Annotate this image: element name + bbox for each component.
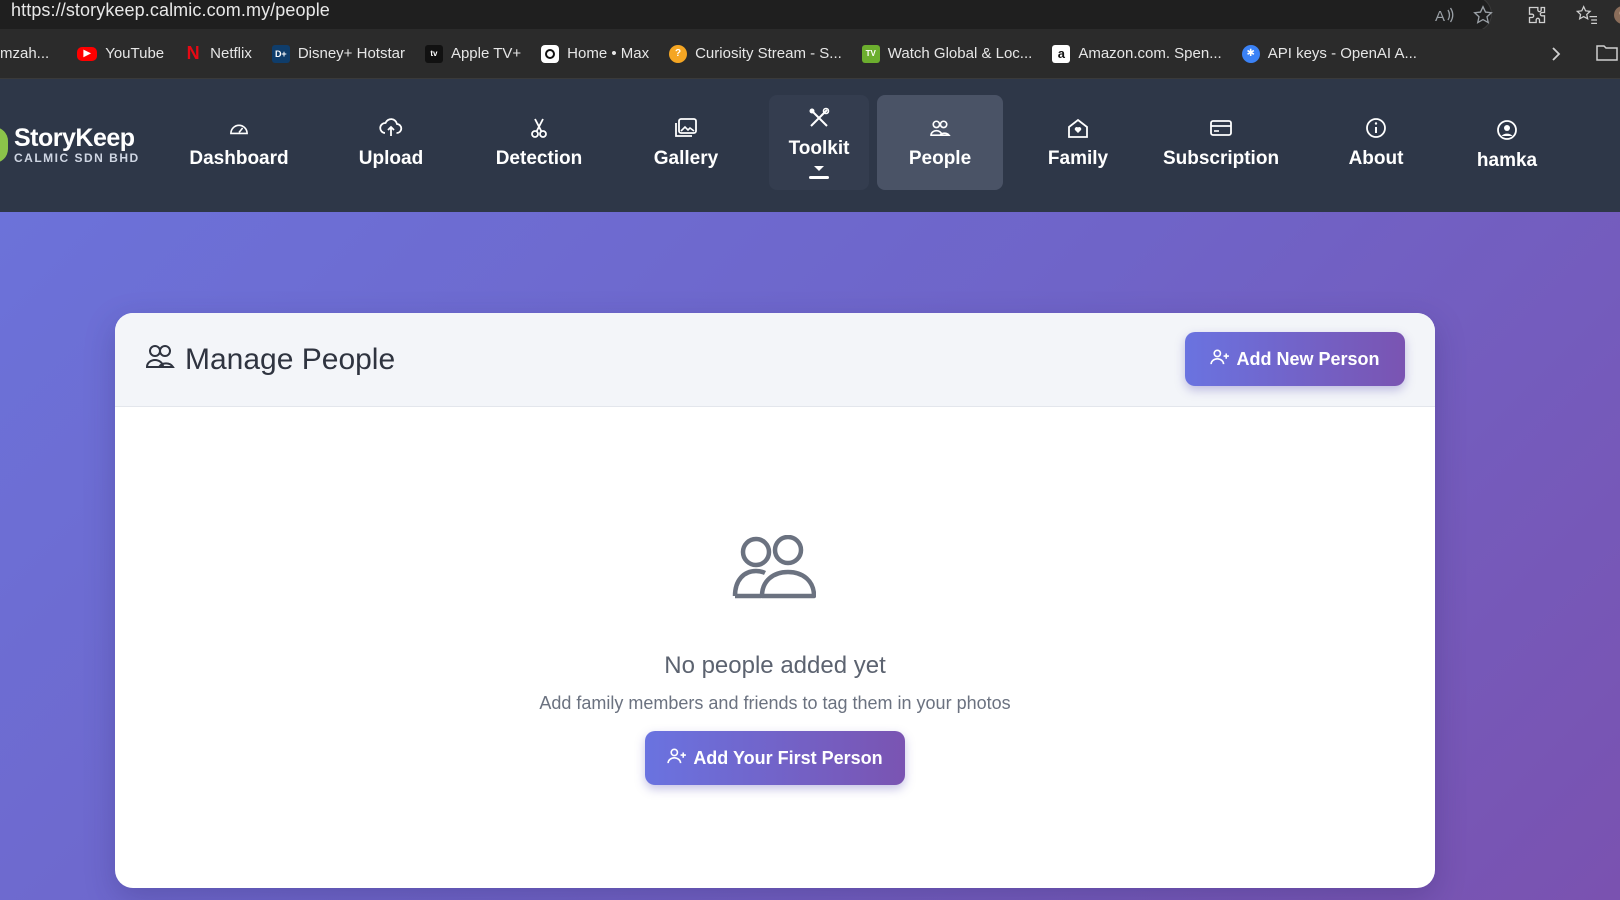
youtube-icon: ▶ (77, 46, 98, 61)
bookmark-hotstar[interactable]: D+ Disney+ Hotstar (262, 38, 415, 70)
nav-subscription[interactable]: Subscription (1160, 95, 1282, 190)
home-heart-icon (1066, 116, 1090, 140)
info-icon (1364, 116, 1388, 140)
nav-family[interactable]: Family (1030, 95, 1126, 190)
curiosity-icon: ? (669, 44, 688, 63)
empty-state-title: No people added yet (664, 652, 886, 679)
bookmark-openai[interactable]: ✱ API keys - OpenAI A... (1232, 38, 1427, 70)
favorites-list-icon[interactable] (1574, 2, 1600, 28)
nav-toolkit-label: Toolkit (788, 138, 850, 159)
folder-icon[interactable] (1596, 43, 1618, 66)
bookmark-label: YouTube (105, 45, 165, 62)
nav-user[interactable]: hamka (1470, 97, 1544, 192)
tv-icon: TV (861, 44, 880, 63)
nav-gallery-label: Gallery (653, 147, 719, 169)
user-circle-icon (1495, 118, 1519, 142)
nav-gallery[interactable]: Gallery (640, 95, 732, 190)
nav-about-label: About (1348, 147, 1404, 169)
card-header: Manage People Add New Person (115, 313, 1435, 407)
profile-avatar-icon[interactable] (1610, 2, 1620, 28)
empty-state-subtitle: Add family members and friends to tag th… (539, 693, 1011, 713)
nav-detection-label: Detection (495, 147, 583, 169)
brand-subtitle: CALMIC SDN BHD (14, 151, 140, 165)
nav-user-label: hamka (1476, 149, 1538, 171)
bookmark-label: mzah... (0, 45, 50, 62)
bookmark-label: Curiosity Stream - S... (695, 45, 842, 62)
browser-address-bar: https://storykeep.calmic.com.my/people A (0, 0, 1620, 32)
brand-name: StoryKeep (14, 124, 135, 152)
nav-people-label: People (908, 147, 972, 169)
bookmark-label: API keys - OpenAI A... (1267, 45, 1417, 62)
person-plus-icon (1210, 349, 1230, 370)
max-icon (541, 44, 560, 63)
amazon-icon: a (1052, 44, 1071, 63)
svg-text:A: A (1435, 8, 1445, 24)
nav-dashboard[interactable]: Dashboard (180, 95, 298, 190)
netflix-icon: N (186, 43, 200, 63)
manage-people-card: Manage People Add New Person No people a… (115, 313, 1435, 888)
bookmark-label: Home • Max (567, 45, 650, 62)
main-content: Manage People Add New Person No people a… (0, 212, 1620, 900)
read-aloud-icon[interactable]: A (1432, 2, 1458, 28)
toolkit-indicator (809, 176, 829, 179)
bookmark-label: Amazon.com. Spen... (1078, 45, 1222, 62)
brand-logo[interactable]: StoryKeep CALMIC SDN BHD (0, 125, 140, 165)
favorite-star-icon[interactable] (1470, 2, 1496, 28)
images-icon (674, 116, 698, 140)
bookmark-watch-global[interactable]: TV Watch Global & Loc... (852, 38, 1043, 70)
url-text[interactable]: https://storykeep.calmic.com.my/people (11, 0, 330, 21)
appletv-icon: tv (424, 44, 443, 63)
nav-people[interactable]: People (877, 95, 1003, 190)
tools-icon (807, 106, 831, 130)
nav-detection[interactable]: Detection (484, 95, 594, 190)
caret-down-icon (814, 166, 824, 171)
bookmark-label: Disney+ Hotstar (297, 45, 405, 62)
app-navbar: StoryKeep CALMIC SDN BHD Dashboard Uploa… (0, 79, 1620, 212)
bookmarks-bar: mzah... ▶ YouTube N Netflix D+ Disney+ H… (0, 29, 1620, 79)
bookmark-max[interactable]: Home • Max (531, 38, 659, 70)
openai-icon: ✱ (1241, 44, 1260, 63)
nav-upload[interactable]: Upload (346, 95, 436, 190)
credit-card-icon (1209, 116, 1233, 140)
bookmark-youtube[interactable]: ▶ YouTube (67, 38, 174, 70)
people-icon (928, 116, 952, 140)
page-title-text: Manage People (185, 342, 396, 376)
extensions-icon[interactable] (1524, 2, 1550, 28)
nav-toolkit[interactable]: Toolkit (769, 95, 869, 190)
speedometer-icon (227, 116, 251, 140)
nav-about[interactable]: About (1340, 95, 1412, 190)
hotstar-icon: D+ (271, 44, 290, 63)
bookmark-label: Watch Global & Loc... (887, 45, 1033, 62)
bookmark-curiosity[interactable]: ? Curiosity Stream - S... (659, 38, 852, 70)
bookmark-amazon[interactable]: a Amazon.com. Spen... (1042, 38, 1231, 70)
brand-mark-icon (0, 127, 8, 163)
url-field[interactable]: https://storykeep.calmic.com.my/people (0, 0, 1492, 32)
add-new-person-button[interactable]: Add New Person (1185, 332, 1405, 386)
people-outline-icon (732, 534, 817, 604)
nav-subscription-label: Subscription (1162, 147, 1280, 169)
nav-family-label: Family (1047, 147, 1109, 169)
bookmark-netflix[interactable]: N Netflix (174, 38, 262, 70)
people-icon (145, 343, 175, 377)
add-new-person-label: Add New Person (1236, 348, 1380, 369)
add-first-person-label: Add Your First Person (693, 747, 883, 768)
page-title: Manage People (145, 343, 395, 377)
add-first-person-button[interactable]: Add Your First Person (645, 731, 905, 785)
person-plus-icon (667, 748, 687, 769)
scissors-icon (527, 116, 551, 140)
chevron-right-icon[interactable] (1544, 38, 1568, 70)
empty-state: No people added yet Add family members a… (115, 407, 1435, 888)
bookmark-item[interactable]: mzah... (0, 38, 59, 70)
bookmark-appletv[interactable]: tv Apple TV+ (415, 38, 531, 70)
cloud-upload-icon (379, 116, 403, 140)
bookmark-label: Netflix (210, 45, 252, 62)
bookmark-label: Apple TV+ (450, 45, 522, 62)
nav-upload-label: Upload (358, 147, 424, 169)
nav-dashboard-label: Dashboard (189, 147, 289, 169)
